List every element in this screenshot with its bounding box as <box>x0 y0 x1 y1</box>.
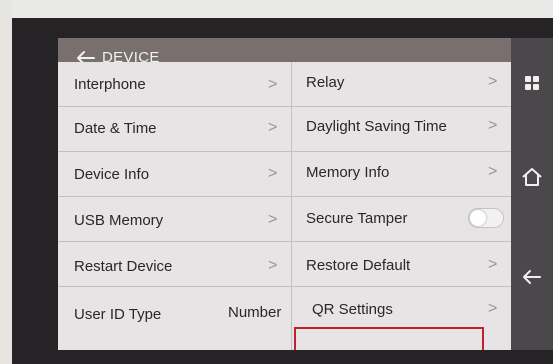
home-icon[interactable] <box>519 164 545 190</box>
menu-item-interphone[interactable]: Interphone > <box>58 62 292 107</box>
back-arrow-icon[interactable] <box>519 264 545 290</box>
menu-item-device-info[interactable]: Device Info > <box>58 152 292 197</box>
chevron-right-icon: > <box>268 165 278 182</box>
toggle-knob <box>470 210 486 226</box>
secure-tamper-toggle[interactable] <box>468 208 504 228</box>
chevron-right-icon: > <box>488 73 498 90</box>
menu-item-relay[interactable]: Relay > <box>292 62 511 107</box>
chevron-right-icon: > <box>488 163 498 180</box>
menu-item-label: Daylight Saving Time <box>306 118 447 135</box>
menu-item-label: User ID Type <box>74 306 162 323</box>
menu-item-label: Relay <box>306 74 345 91</box>
menu-item-label: Device Info <box>74 166 150 183</box>
menu-item-secure-tamper: Secure Tamper <box>292 197 511 242</box>
device-settings-screen: DEVICE Interphone > Date & Time > Device… <box>58 38 511 350</box>
chevron-right-icon: > <box>488 300 498 317</box>
menu-item-label: Restore Default <box>306 257 411 274</box>
menu-item-label: Date & Time <box>74 120 157 137</box>
menu-item-user-id-type[interactable]: User ID Type Number <box>58 287 292 350</box>
chevron-right-icon: > <box>488 117 498 134</box>
menu-item-restore-default[interactable]: Restore Default > <box>292 242 511 287</box>
menu-item-label: Interphone <box>74 76 146 93</box>
menu-item-usb-memory[interactable]: USB Memory > <box>58 197 292 242</box>
chevron-right-icon: > <box>268 119 278 136</box>
chevron-right-icon: > <box>268 76 278 93</box>
menu-item-label: Restart Device <box>74 258 173 275</box>
chevron-right-icon: > <box>268 211 278 228</box>
menu-item-label: USB Memory <box>74 212 164 229</box>
settings-grid: Interphone > Date & Time > Device Info >… <box>58 62 511 350</box>
menu-item-label: QR Settings <box>312 301 393 318</box>
menu-item-label: Memory Info <box>306 164 390 181</box>
background-surface-left <box>0 0 12 364</box>
menu-item-restart-device[interactable]: Restart Device > <box>58 242 292 287</box>
menu-item-date-time[interactable]: Date & Time > <box>58 107 292 152</box>
apps-grid-icon[interactable] <box>519 70 545 96</box>
qr-settings-highlight-box <box>294 327 484 350</box>
menu-item-memory-info[interactable]: Memory Info > <box>292 152 511 197</box>
user-id-type-value: Number <box>228 304 282 321</box>
menu-item-label: Secure Tamper <box>306 210 408 227</box>
chevron-right-icon: > <box>488 256 498 273</box>
navigation-sidebar <box>511 38 553 350</box>
menu-item-daylight-saving-time[interactable]: Daylight Saving Time > <box>292 107 511 152</box>
background-surface <box>0 0 553 18</box>
chevron-right-icon: > <box>268 257 278 274</box>
